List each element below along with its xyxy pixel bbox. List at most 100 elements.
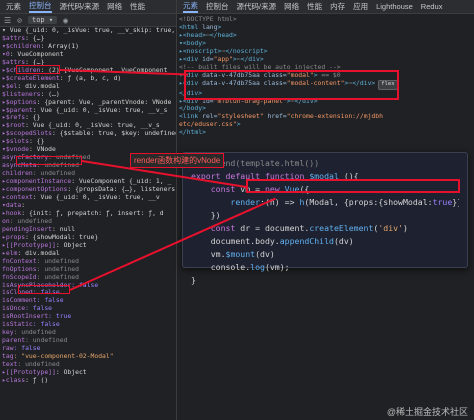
console-tree-row[interactable]: ▾$children: Array(1)	[2, 43, 176, 51]
code-line[interactable]: document.body.appendChild(dv)	[191, 235, 459, 248]
right-tab-5[interactable]: 内存	[330, 1, 345, 12]
right-tab-3[interactable]: 网络	[284, 1, 299, 12]
console-tree-row[interactable]: raw: false	[2, 345, 176, 353]
console-tree-row-token: ▸$root	[2, 122, 26, 130]
console-tree-row[interactable]: parent: undefined	[2, 337, 176, 345]
console-tree-row[interactable]: key: undefined	[2, 329, 176, 337]
code-line[interactable]: render:(h) => h(Modal, {props:{showModal…	[191, 196, 459, 209]
console-tree-row[interactable]: ▸componentInstance: VueComponent {_uid: …	[2, 178, 176, 186]
dom-tree-row-token: ▸<noscript>	[179, 47, 222, 55]
console-tree-row[interactable]: ▸$scopedSlots: {$stable: true, $key: und…	[2, 130, 176, 138]
highlight-modal-dom-node	[184, 70, 399, 100]
dom-tree-row[interactable]: ▸<head>⋯</head>	[179, 32, 474, 40]
right-tab-8[interactable]: Redux	[421, 2, 443, 11]
right-tab-2[interactable]: 源代码/来源	[237, 1, 277, 12]
console-tree-row[interactable]: ▸$parent: Vue {_uid: 0, _isVue: true, __…	[2, 107, 176, 115]
console-tree-row[interactable]: $attrs: {…}	[2, 35, 176, 43]
console-tree-row-token: : Vue {_uid: 0, _isVue: true, __v	[32, 194, 160, 202]
console-tree-row-token: ▸$options	[2, 98, 37, 106]
right-tab-4[interactable]: 性能	[307, 1, 322, 12]
dom-tree-row[interactable]: </body>	[179, 105, 474, 113]
context-selector[interactable]: top ▾	[28, 16, 58, 24]
console-tree-row[interactable]: ▸[[Prototype]]: Object	[2, 369, 176, 377]
console-tree-row-token: : {propsData: {…}, listeners	[67, 186, 176, 194]
console-tree-row[interactable]: isOnce: false	[2, 305, 176, 313]
code-line[interactable]: console.log(vm);	[191, 261, 459, 274]
console-tree-row[interactable]: ▸props: {showModal: true}	[2, 234, 176, 242]
code-line-token: (Modal, {props:{showModal:	[304, 197, 433, 207]
console-tree-row-token: : Array(1)	[40, 42, 79, 50]
console-tree-row[interactable]: ▸class: ƒ ()	[2, 377, 176, 385]
console-tree-row[interactable]: isRootInsert: true	[2, 313, 176, 321]
console-tree-row[interactable]: ▸$refs: {}	[2, 114, 176, 122]
dom-tree-row[interactable]: ▸<div id="app">⋯</div>	[179, 56, 474, 64]
console-tree-row[interactable]: isStatic: false	[2, 321, 176, 329]
console-tree-row[interactable]: ▸$slots: {}	[2, 138, 176, 146]
code-line[interactable]: vm.$mount(dv)	[191, 248, 459, 261]
console-tree-row[interactable]: ▸$el: div.modal	[2, 83, 176, 91]
console-tree-row[interactable]: ▸componentOptions: {propsData: {…}, list…	[2, 186, 176, 194]
console-tree-row[interactable]: fnOptions: undefined	[2, 266, 176, 274]
right-tab-1[interactable]: 控制台	[206, 1, 229, 12]
sidebar-toggle-icon[interactable]: ☰	[4, 16, 11, 25]
dom-tree-row[interactable]: <link rel="stylesheet" href="chrome-exte…	[179, 113, 474, 121]
console-tree-row[interactable]: on: undefined	[2, 218, 176, 226]
console-tree-row-token: : Object	[55, 368, 87, 376]
console-tree-row[interactable]: ▾0: VueComponent	[2, 51, 176, 59]
code-line[interactable]: }	[191, 274, 459, 287]
console-tree-row[interactable]: isComment: false	[2, 297, 176, 305]
right-tab-7[interactable]: Lighthouse	[376, 2, 413, 11]
dom-tree-row[interactable]: <!DOCTYPE html>	[179, 16, 474, 24]
console-tree-row[interactable]: pendingInsert: null	[2, 226, 176, 234]
code-line[interactable]: .append(template.html())	[191, 157, 459, 170]
console-tree-row[interactable]: ▸context: Vue {_uid: 0, _isVue: true, __…	[2, 194, 176, 202]
code-line-token: log	[250, 262, 265, 272]
code-line-token: true	[432, 197, 453, 207]
code-line[interactable]: })	[191, 209, 459, 222]
left-tab-0[interactable]: 元素	[6, 1, 21, 12]
console-tree-row[interactable]: ▸$createElement: ƒ (a, b, c, d)	[2, 75, 176, 83]
left-tab-3[interactable]: 网络	[107, 1, 122, 12]
left-tab-4[interactable]: 性能	[130, 1, 145, 12]
dom-tree-row[interactable]: ▸<noscript>⋯</noscript>	[179, 48, 474, 56]
console-tree-row-token: on	[2, 217, 10, 225]
dom-tree-row-token: ▸<div	[179, 55, 199, 63]
console-tree-row[interactable]: ▾data:	[2, 202, 176, 210]
code-line[interactable]: const dr = document.createElement('div')	[191, 222, 459, 235]
clear-console-icon[interactable]: ⊘	[17, 16, 22, 25]
annotation-label: render函数构建的vNode	[130, 153, 225, 168]
left-tab-2[interactable]: 源代码/来源	[60, 1, 100, 12]
console-tree-row-token: isStatic	[2, 321, 33, 329]
console-tree-row-token: : ƒ (a, b, c, d)	[59, 74, 122, 82]
left-tab-1[interactable]: 控制台	[29, 0, 52, 13]
dom-tree-row[interactable]: <html lang>	[179, 24, 474, 32]
dom-tree-row-token: >	[236, 121, 241, 129]
dom-tree-row[interactable]: </html>	[179, 129, 474, 137]
console-toolbar: ☰ ⊘ top ▾ ◉	[0, 14, 176, 27]
console-tree-row[interactable]: tag: "vue-component-02-Modal"	[2, 353, 176, 361]
dom-tree-row[interactable]: ▾<body>	[179, 40, 474, 48]
dom-tree-row-token: <!DOCTYPE html>	[179, 16, 237, 23]
console-tree-row-token: :	[21, 201, 26, 209]
console-tree-row[interactable]: ▸$root: Vue {_uid: 0, _isVue: true, __v_…	[2, 122, 176, 130]
console-tree-row[interactable]: text: undefined	[2, 361, 176, 369]
highlight-el-property	[16, 65, 60, 74]
console-tree-row[interactable]: $listeners: (…)	[2, 91, 176, 99]
highlight-elm-property	[18, 285, 70, 294]
console-tree-row[interactable]: ▾ Vue {_uid: 0, _isVue: true, __v_skip: …	[2, 27, 176, 35]
console-object-tree[interactable]: ▾ Vue {_uid: 0, _isVue: true, __v_skip: …	[0, 27, 176, 385]
console-tree-row[interactable]: ▸[[Prototype]]: Object	[2, 242, 176, 250]
console-tree-row-token: : Object	[55, 241, 87, 249]
eye-icon[interactable]: ◉	[63, 16, 68, 25]
right-tab-0[interactable]: 元素	[183, 0, 198, 13]
dom-tree-row[interactable]: etc/eduser.css">	[179, 121, 474, 129]
console-tree-row-token: parent	[2, 337, 26, 345]
console-tree-row-token: isOnce	[2, 305, 26, 313]
right-tab-6[interactable]: 应用	[353, 1, 368, 12]
console-tree-row[interactable]: fnContext: undefined	[2, 258, 176, 266]
console-tree-row-token: pendingInsert	[2, 225, 53, 233]
console-tree-row[interactable]: ▸$options: {parent: Vue, _parentVnode: V…	[2, 99, 176, 107]
console-tree-row-token: ▾data	[2, 201, 22, 209]
console-tree-row-token: : {}	[25, 114, 41, 122]
console-tree-row[interactable]: ▸hook: {init: ƒ, prepatch: ƒ, insert: ƒ,…	[2, 210, 176, 218]
